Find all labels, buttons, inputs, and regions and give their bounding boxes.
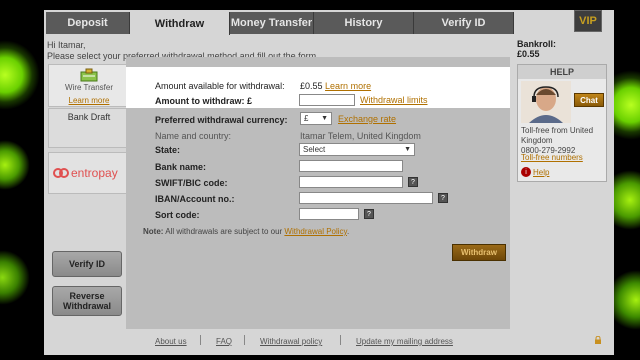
wire-transfer-icon: [80, 68, 98, 82]
entropay-icon: [53, 168, 69, 178]
swift-input[interactable]: [299, 176, 403, 188]
sort-code-label: Sort code:: [155, 210, 200, 220]
bank-name-input[interactable]: [299, 160, 403, 172]
state-select[interactable]: Select ▼: [299, 143, 415, 156]
amount-input[interactable]: [299, 94, 355, 106]
tab-history[interactable]: History: [314, 12, 414, 34]
lock-icon: [594, 335, 602, 344]
help-link[interactable]: Help: [533, 168, 549, 177]
method-bank-draft[interactable]: Bank Draft: [48, 108, 128, 148]
bankroll-value: £0.55: [517, 49, 540, 59]
greeting-line1: Hi Itamar,: [47, 40, 86, 50]
background-glow: [0, 250, 30, 305]
footer-divider: [340, 335, 341, 345]
vip-button[interactable]: VIP: [574, 10, 602, 32]
background-glow: [0, 140, 30, 190]
iban-input[interactable]: [299, 192, 433, 204]
verify-id-button[interactable]: Verify ID: [52, 251, 122, 277]
withdrawal-note: Note: All withdrawals are subject to our…: [143, 227, 350, 236]
tab-withdraw[interactable]: Withdraw: [130, 12, 230, 35]
method-wire-transfer[interactable]: Wire Transfer Learn more: [48, 64, 128, 107]
wire-transfer-label: Wire Transfer: [64, 83, 113, 92]
method-entropay[interactable]: entropay: [48, 152, 128, 194]
footer-withdrawal-policy-link[interactable]: Withdrawal policy: [260, 337, 322, 346]
bank-draft-label: Bank Draft: [67, 112, 111, 122]
name-country-label: Name and country:: [155, 131, 232, 141]
currency-select[interactable]: £ ▼: [300, 112, 332, 125]
chevron-down-icon: ▼: [404, 146, 411, 153]
footer-faq-link[interactable]: FAQ: [216, 337, 232, 346]
withdraw-button[interactable]: Withdraw: [452, 244, 506, 261]
learn-more-link[interactable]: Learn more: [325, 81, 371, 91]
swift-label: SWIFT/BIC code:: [155, 178, 228, 188]
exchange-rate-link[interactable]: Exchange rate: [338, 114, 396, 124]
entropay-label: entropay: [71, 166, 118, 180]
footer-about-us-link[interactable]: About us: [155, 337, 187, 346]
currency-label: Preferred withdrawal currency:: [155, 115, 288, 125]
tollfree-numbers-link[interactable]: Toll-free numbers: [521, 153, 583, 162]
help-title: HELP: [518, 65, 606, 79]
withdrawal-limits-link[interactable]: Withdrawal limits: [360, 95, 428, 105]
amount-to-withdraw-label: Amount to withdraw: £: [155, 96, 252, 106]
info-icon: i: [521, 167, 531, 177]
background-glow: [0, 40, 40, 110]
footer-divider: [244, 335, 245, 345]
tab-verify-id[interactable]: Verify ID: [414, 12, 514, 34]
tab-money-transfer[interactable]: Money Transfer: [230, 12, 314, 34]
help-link-row[interactable]: i Help: [521, 167, 549, 177]
chevron-down-icon: ▼: [321, 115, 328, 122]
iban-help-icon[interactable]: ?: [438, 193, 448, 203]
tab-deposit[interactable]: Deposit: [46, 12, 130, 34]
sort-code-help-icon[interactable]: ?: [364, 209, 374, 219]
bank-name-label: Bank name:: [155, 162, 207, 172]
help-panel: HELP Chat Toll-free from United Kingdom …: [517, 64, 607, 182]
amount-available-label: Amount available for withdrawal:: [155, 81, 285, 91]
bankroll-label: Bankroll:: [517, 39, 557, 49]
footer-update-address-link[interactable]: Update my mailing address: [356, 337, 453, 346]
tollfree-text: Toll-free from United Kingdom 0800-279-2…: [521, 126, 594, 155]
swift-help-icon[interactable]: ?: [408, 177, 418, 187]
iban-label: IBAN/Account no.:: [155, 194, 235, 204]
footer-divider: [200, 335, 201, 345]
chat-button[interactable]: Chat: [574, 93, 604, 107]
entropay-logo: entropay: [53, 166, 118, 180]
wire-learn-more-link[interactable]: Learn more: [49, 96, 129, 105]
withdrawal-policy-link[interactable]: Withdrawal Policy: [284, 227, 347, 236]
amount-available-value: £0.55 Learn more: [300, 81, 372, 91]
name-country-value: Itamar Telem, United Kingdom: [300, 131, 421, 141]
state-label: State:: [155, 145, 181, 155]
reverse-withdrawal-button[interactable]: Reverse Withdrawal: [52, 286, 122, 316]
sort-code-input[interactable]: [299, 208, 359, 220]
support-agent-avatar: [521, 81, 571, 123]
